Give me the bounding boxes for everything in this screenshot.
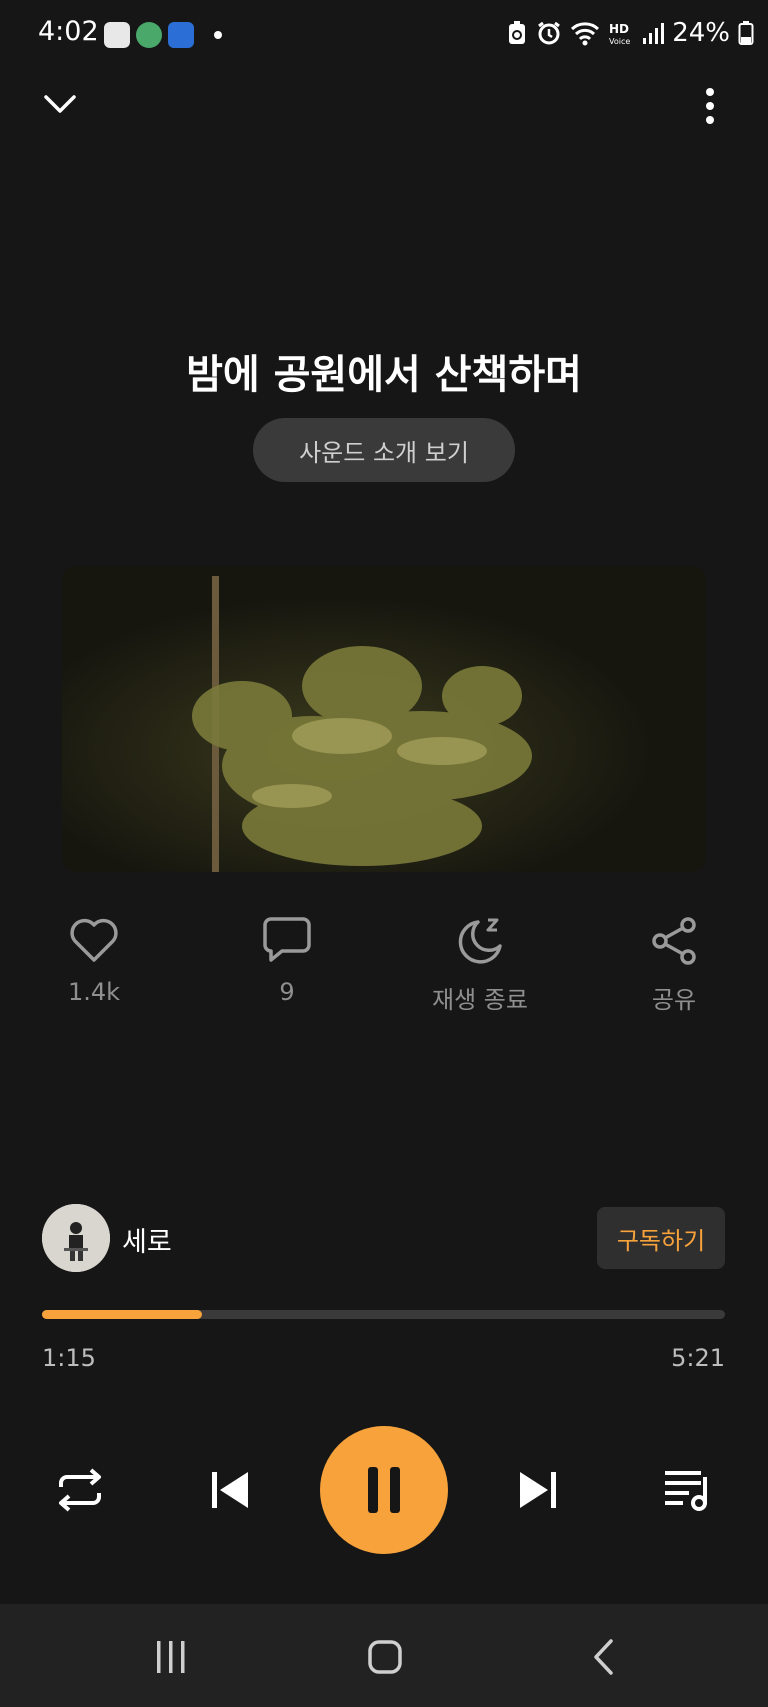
skip-previous-icon (212, 1472, 248, 1508)
like-action[interactable]: 1.4k (34, 916, 154, 1006)
heart-icon (70, 918, 118, 962)
collapse-button[interactable] (34, 82, 86, 126)
comment-icon (263, 917, 311, 962)
artwork-image (62, 566, 706, 872)
app-notification-icon (136, 22, 162, 48)
share-icon (652, 917, 696, 965)
subscribe-button[interactable]: 구독하기 (597, 1207, 725, 1269)
current-time: 1:15 (42, 1344, 96, 1372)
sleep-timer-label: 재생 종료 (432, 986, 528, 1014)
comment-action[interactable]: 9 (227, 916, 347, 1006)
more-notifications-dot (214, 31, 222, 39)
home-icon (368, 1640, 402, 1674)
avatar-image (42, 1204, 110, 1272)
status-right-cluster: HD Voice 24% (506, 18, 754, 48)
sound-intro-button[interactable]: 사운드 소개 보기 (253, 418, 515, 482)
more-options-button[interactable] (690, 82, 730, 130)
playlist-button[interactable] (658, 1462, 714, 1518)
chevron-down-icon (44, 95, 76, 113)
back-button[interactable] (578, 1634, 628, 1680)
progress-bar[interactable] (42, 1310, 725, 1319)
total-time: 5:21 (671, 1344, 725, 1372)
app-notification-icon (168, 22, 194, 48)
next-button[interactable] (512, 1464, 564, 1516)
share-label: 공유 (651, 986, 697, 1014)
wifi-icon (571, 22, 600, 46)
hd-voice-icon: HDVoice (609, 22, 630, 46)
app-notification-icon (104, 22, 130, 48)
sleep-timer-action[interactable]: 재생 종료 (420, 916, 540, 1015)
artist-avatar[interactable] (42, 1204, 110, 1272)
recent-apps-icon (157, 1641, 185, 1673)
progress-fill (42, 1310, 202, 1319)
artist-name[interactable]: 세로 (122, 1220, 172, 1259)
share-action[interactable]: 공유 (614, 916, 734, 1015)
recycle-icon (509, 21, 526, 44)
home-button[interactable] (360, 1634, 410, 1680)
alarm-icon (538, 21, 561, 45)
signal-icon (643, 23, 665, 44)
battery-icon (738, 21, 754, 45)
pause-button[interactable] (320, 1426, 448, 1554)
back-chevron-icon (594, 1639, 613, 1675)
system-nav-bar (0, 1604, 768, 1707)
repeat-button[interactable] (52, 1462, 108, 1518)
skip-next-icon (520, 1472, 556, 1508)
svg-text:HD: HD (609, 22, 629, 36)
track-artwork (62, 566, 706, 872)
status-app-icons (104, 22, 222, 48)
status-time: 4:02 (38, 16, 99, 47)
repeat-icon (59, 1468, 101, 1512)
previous-button[interactable] (204, 1464, 256, 1516)
recent-apps-button[interactable] (146, 1634, 196, 1680)
comment-count: 9 (279, 978, 295, 1006)
svg-text:Voice: Voice (609, 37, 630, 46)
track-title: 밤에 공원에서 산책하며 (186, 352, 582, 398)
pause-icon (368, 1467, 400, 1513)
battery-percentage: 24% (672, 18, 730, 48)
more-vertical-icon (706, 88, 714, 124)
playlist-icon (665, 1471, 707, 1511)
like-count: 1.4k (67, 978, 121, 1006)
moon-sleep-icon (458, 918, 502, 964)
